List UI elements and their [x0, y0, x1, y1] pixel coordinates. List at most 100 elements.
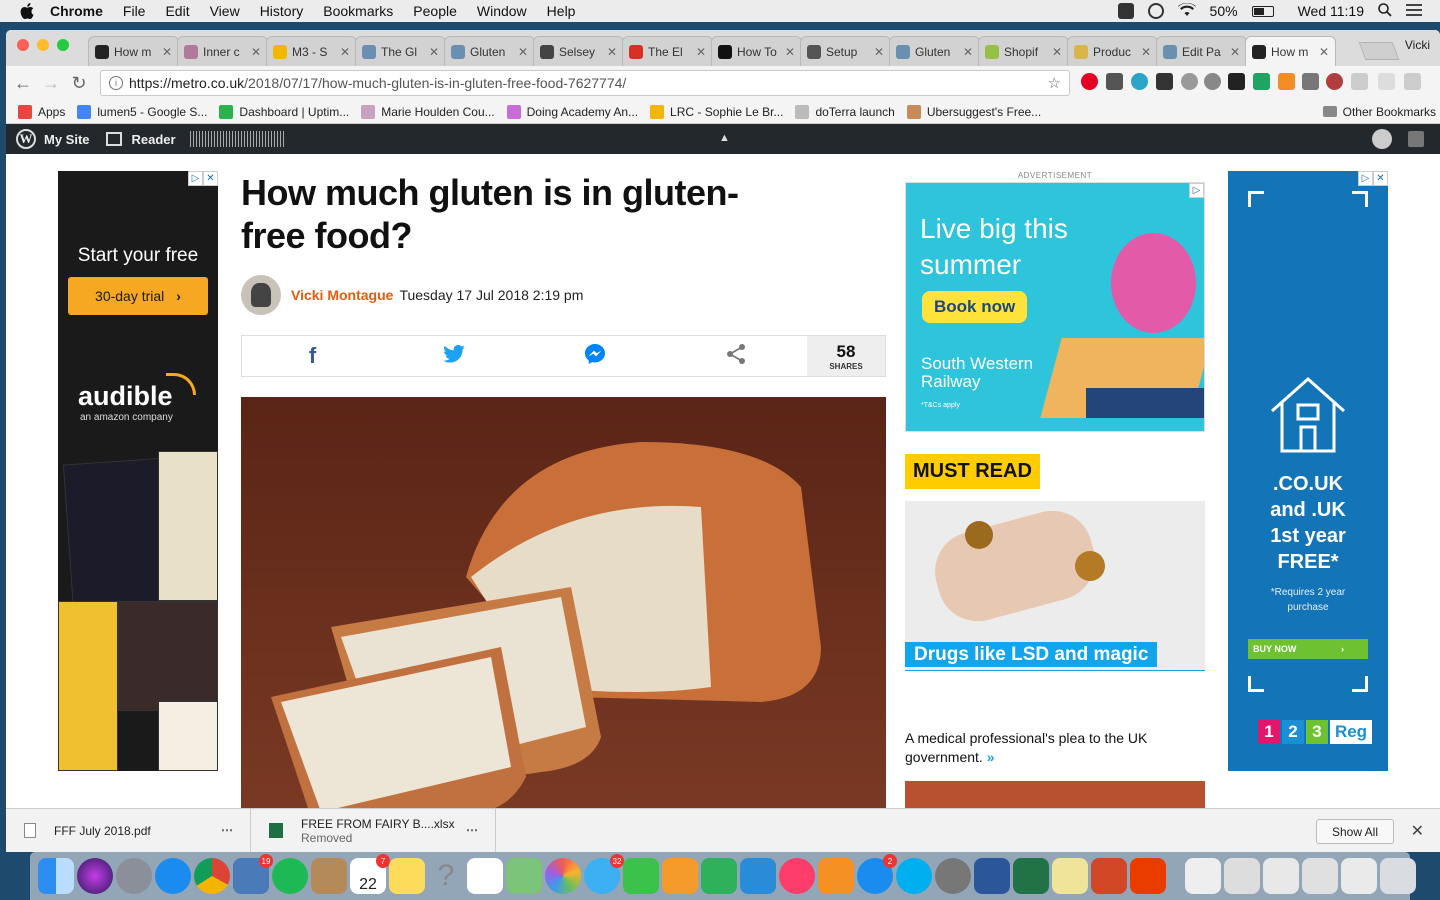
grammar-extension-icon[interactable]: [1131, 73, 1148, 90]
pages-icon[interactable]: [662, 858, 698, 894]
itunes-icon[interactable]: [779, 858, 815, 894]
back-button[interactable]: ←: [12, 72, 34, 94]
skype-icon[interactable]: [896, 858, 932, 894]
bookmark-item[interactable]: doTerra launch: [795, 104, 895, 119]
numbers-icon[interactable]: [701, 858, 737, 894]
excel-icon[interactable]: [1013, 858, 1049, 894]
photos-app-icon[interactable]: 19: [233, 854, 273, 894]
scrivener-status-icon[interactable]: [1117, 3, 1134, 19]
menu-people[interactable]: People: [413, 3, 457, 19]
cast-extension-icon[interactable]: [1351, 73, 1368, 90]
ad-info-icon[interactable]: ▷: [188, 171, 203, 186]
ad-choices[interactable]: ▷ ✕: [188, 171, 218, 186]
south-western-railway-ad[interactable]: Live big this summer Book now South West…: [905, 182, 1205, 432]
office-icon[interactable]: [1130, 858, 1166, 894]
photos-icon[interactable]: [545, 858, 581, 894]
launchpad-icon[interactable]: [116, 858, 152, 894]
minimized-window-icon[interactable]: [1224, 858, 1260, 894]
menu-app-name[interactable]: Chrome: [50, 3, 103, 19]
bookmark-item[interactable]: Doing Academy An...: [506, 104, 638, 119]
messenger-share-button[interactable]: [524, 335, 665, 377]
tab-close-icon[interactable]: ✕: [340, 45, 350, 59]
ad-info-icon[interactable]: ▷: [1189, 183, 1204, 198]
browser-tab[interactable]: The El ✕: [622, 36, 713, 66]
honey-extension-icon[interactable]: [1156, 73, 1173, 90]
address-bar[interactable]: i https://metro.co.uk/2018/07/17/how-muc…: [100, 70, 1070, 96]
bookmark-item[interactable]: lumen5 - Google S...: [77, 104, 207, 119]
download-item[interactable]: FREE FROM FAIRY B....xlsx Removed ⋯: [251, 808, 496, 852]
browser-tab[interactable]: M3 - S ✕: [266, 36, 357, 66]
window-zoom-button[interactable]: [57, 39, 69, 51]
notifications-icon[interactable]: [1408, 131, 1424, 147]
minimized-window-icon[interactable]: [1302, 858, 1338, 894]
profile-name[interactable]: Vicki: [1405, 38, 1430, 52]
menu-edit[interactable]: Edit: [165, 3, 189, 19]
browser-tab[interactable]: Edit Pa ✕: [1156, 36, 1247, 66]
notification-center-icon[interactable]: [1406, 3, 1422, 19]
facetime-icon[interactable]: [623, 858, 659, 894]
help-icon[interactable]: ?: [428, 858, 464, 894]
menu-help[interactable]: Help: [547, 3, 576, 19]
extension-icon[interactable]: [1404, 73, 1421, 90]
gmail-extension-icon[interactable]: [1302, 73, 1319, 90]
reg-buy-now-button[interactable]: BUY NOW ›: [1248, 639, 1368, 659]
skype-extension-icon[interactable]: [1181, 73, 1198, 90]
tab-close-icon[interactable]: ✕: [518, 45, 528, 59]
tab-close-icon[interactable]: ✕: [785, 45, 795, 59]
keynote-icon[interactable]: [740, 858, 776, 894]
chrome-menu-icon[interactable]: [1378, 73, 1395, 90]
minimized-window-icon[interactable]: [1185, 858, 1221, 894]
browser-tab[interactable]: How m ✕: [88, 36, 179, 66]
must-read-title-overlay[interactable]: Drugs like LSD and magic mushrooms shoul…: [905, 641, 1205, 671]
tab-close-icon[interactable]: ✕: [251, 45, 261, 59]
finder-icon[interactable]: [38, 858, 74, 894]
other-bookmarks[interactable]: Other Bookmarks: [1322, 105, 1436, 119]
bookmark-item[interactable]: Ubersuggest's Free...: [906, 104, 1041, 119]
tab-close-icon[interactable]: ✕: [963, 45, 973, 59]
bookmark-item[interactable]: Marie Houlden Cou...: [361, 104, 495, 119]
menu-bookmarks[interactable]: Bookmarks: [323, 3, 393, 19]
menubar-clock[interactable]: Wed 11:19: [1298, 3, 1364, 19]
audible-ad[interactable]: ▷ ✕ Start your free 30-day trial › audib…: [58, 171, 218, 771]
must-read-title[interactable]: Drugs like LSD and magic mushrooms shoul…: [905, 642, 1205, 671]
tab-close-icon[interactable]: ✕: [607, 45, 617, 59]
user-avatar-icon[interactable]: [1372, 129, 1392, 149]
tab-close-icon[interactable]: ✕: [874, 45, 884, 59]
ad-choices[interactable]: ▷ ✕: [1358, 171, 1388, 186]
reload-button[interactable]: ↻: [68, 72, 90, 94]
tab-close-icon[interactable]: ✕: [1230, 45, 1240, 59]
read-more-link[interactable]: »: [987, 749, 995, 765]
ad-close-icon[interactable]: ✕: [1373, 171, 1388, 186]
ibooks-icon[interactable]: [818, 858, 854, 894]
browser-tab[interactable]: Gluten ✕: [444, 36, 535, 66]
window-minimize-button[interactable]: [37, 39, 49, 51]
ad-info-icon[interactable]: ▷: [1358, 171, 1373, 186]
ad-close-icon[interactable]: ✕: [203, 171, 218, 186]
browser-tab[interactable]: The Gl ✕: [355, 36, 446, 66]
bookmark-item[interactable]: Dashboard | Uptim...: [219, 104, 349, 119]
tab-close-icon[interactable]: ✕: [162, 45, 172, 59]
safari-icon[interactable]: [155, 858, 191, 894]
bookmark-item[interactable]: LRC - Sophie Le Br...: [650, 104, 783, 119]
tab-close-icon[interactable]: ✕: [1052, 45, 1062, 59]
browser-tab[interactable]: How m ✕: [1245, 36, 1336, 66]
download-options-icon[interactable]: ⋯: [466, 823, 479, 837]
evernote-extension-icon[interactable]: [1106, 73, 1123, 90]
minimized-window-icon[interactable]: [1263, 858, 1299, 894]
spotlight-search-icon[interactable]: [1378, 2, 1392, 20]
minimized-window-icon[interactable]: [1341, 858, 1377, 894]
apple-icon[interactable]: [18, 2, 36, 20]
menu-view[interactable]: View: [210, 3, 240, 19]
second-story-image[interactable]: [905, 781, 1205, 808]
menu-window[interactable]: Window: [477, 3, 527, 19]
menu-history[interactable]: History: [260, 3, 304, 19]
tab-close-icon[interactable]: ✕: [1141, 45, 1151, 59]
close-download-shelf-icon[interactable]: ✕: [1411, 821, 1424, 841]
contacts-icon[interactable]: [311, 858, 347, 894]
app-store-icon[interactable]: 2: [857, 854, 897, 894]
messages-icon[interactable]: 32: [584, 854, 624, 894]
more-share-button[interactable]: [665, 335, 806, 377]
window-close-button[interactable]: [17, 39, 29, 51]
forward-button[interactable]: →: [40, 72, 62, 94]
reader-link[interactable]: Reader: [105, 132, 176, 147]
